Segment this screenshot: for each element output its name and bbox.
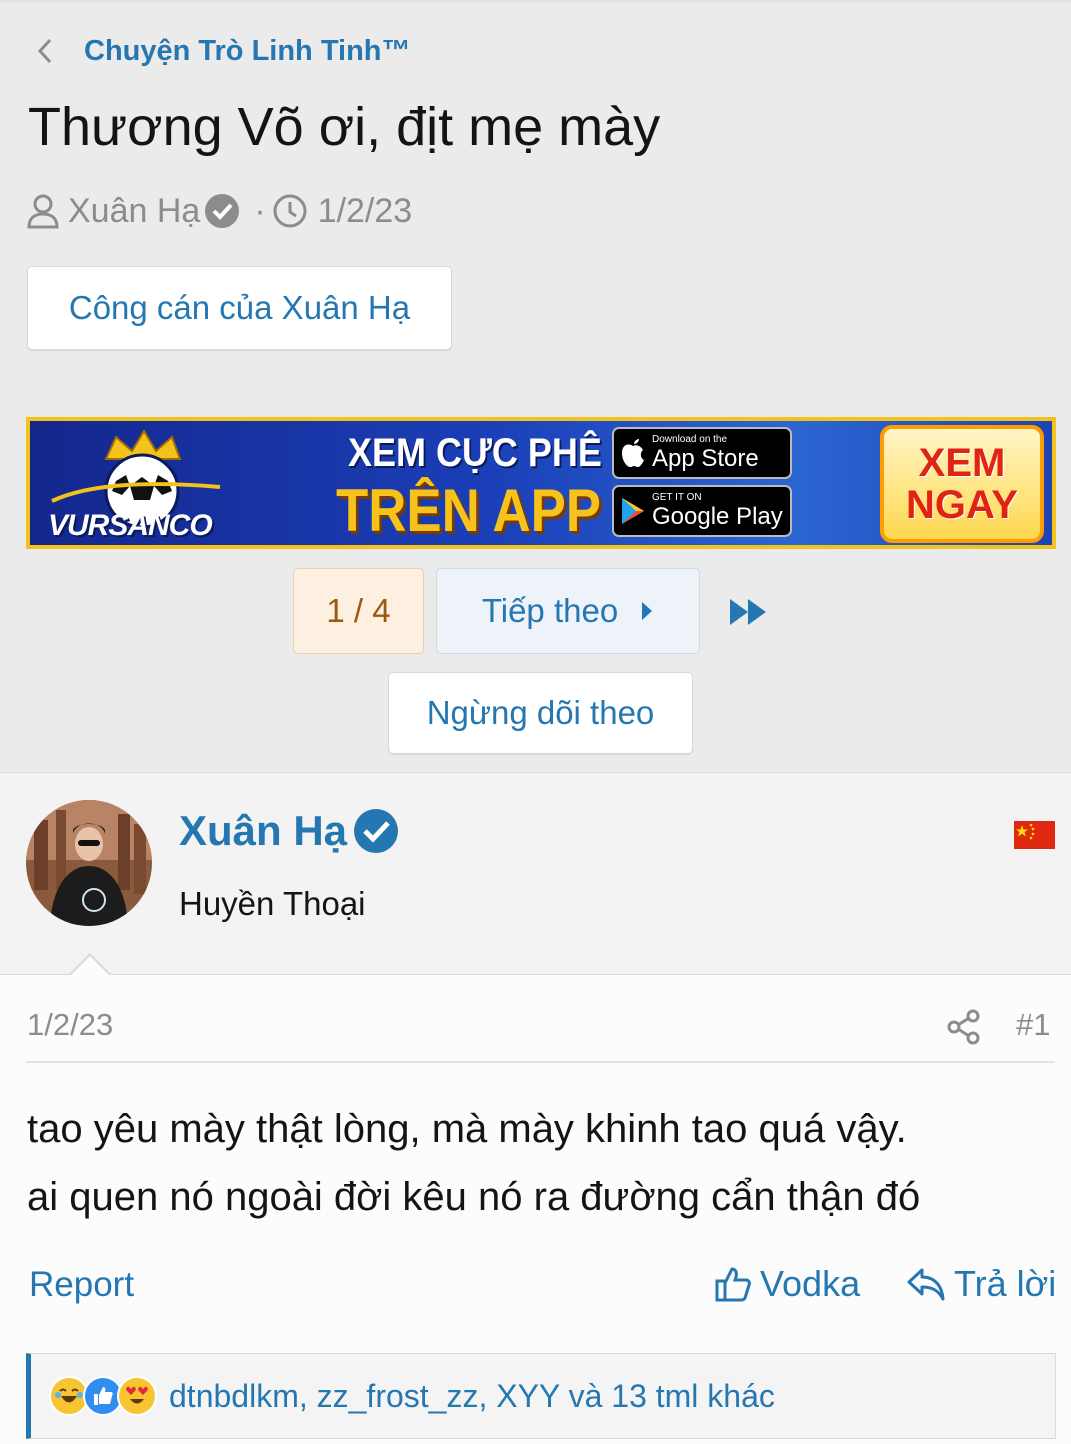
user-arrow-fill [70, 956, 110, 976]
apple-icon [614, 438, 652, 468]
page-current[interactable]: 1 / 4 [293, 568, 424, 654]
banner-headline-2: TRÊN APP [336, 477, 602, 544]
post-username-text: Xuân Hạ [179, 807, 348, 854]
reactions-bar[interactable]: dtnbdlkm, zz_frost_zz, XYY và 13 tml khá… [26, 1353, 1056, 1439]
user-icon [26, 193, 60, 229]
google-play-icon [614, 497, 652, 525]
share-icon[interactable] [946, 1009, 982, 1045]
love-emoji-icon [117, 1376, 157, 1416]
reply-label: Trả lời [954, 1263, 1057, 1304]
cta-line-1: XEM [918, 441, 1006, 485]
post-body-line-2: ai quen nó ngoài đời kêu nó ra đường cẩn… [27, 1175, 921, 1219]
breadcrumb[interactable]: Chuyện Trò Linh Tinh™ [30, 28, 411, 74]
google-play-badge[interactable]: GET IT ON Google Play [612, 485, 792, 537]
post-body-line-1: tao yêu mày thật lòng, mà mày khinh tao … [27, 1107, 907, 1151]
author-works-button[interactable]: Công cán của Xuân Hạ [27, 266, 452, 350]
avatar[interactable] [26, 800, 152, 926]
unwatch-button[interactable]: Ngừng dõi theo [388, 672, 693, 754]
post-username[interactable]: Xuân Hạ [179, 807, 399, 855]
thread-title: Thương Võ ơi, địt mẹ mày [28, 97, 661, 157]
verified-icon [353, 808, 399, 854]
reactions-names[interactable]: dtnbdlkm, zz_frost_zz, XYY và 13 tml khá… [169, 1378, 775, 1415]
post-body: tao yêu mày thật lòng, mà mày khinh tao … [27, 1095, 1047, 1231]
chevron-left-icon[interactable] [30, 28, 60, 74]
post-date[interactable]: 1/2/23 [27, 1007, 113, 1043]
thread-meta: Xuân Hạ · 1/2/23 [26, 186, 412, 236]
like-button[interactable]: Vodka [714, 1263, 860, 1305]
post-user-header: Xuân Hạ Huyền Thoại [0, 773, 1071, 976]
banner-headline-1: XEM CỰC PHÊ [348, 431, 602, 475]
next-page-label: Tiếp theo [481, 592, 619, 629]
google-play-small-text: GET IT ON [652, 492, 702, 503]
post: Xuân Hạ Huyền Thoại 1/2/23 #1 tao yêu mà… [0, 772, 1071, 1444]
app-store-small-text: Download on the [652, 434, 728, 445]
china-flag-icon [1014, 821, 1055, 849]
thumbs-up-icon [714, 1265, 752, 1303]
fast-forward-icon[interactable] [726, 590, 770, 634]
next-page-button[interactable]: Tiếp theo [436, 568, 700, 654]
like-label: Vodka [760, 1263, 861, 1304]
thread-date[interactable]: 1/2/23 [318, 192, 413, 231]
meta-separator: · [254, 191, 266, 230]
thread-author-link[interactable]: Xuân Hạ [68, 192, 200, 231]
top-border [0, 0, 1071, 3]
google-play-label: Google Play [652, 503, 783, 530]
post-divider [26, 1061, 1055, 1063]
reply-icon [906, 1266, 946, 1302]
reply-button[interactable]: Trả lời [906, 1263, 1056, 1305]
watch-now-button[interactable]: XEM NGAY [880, 425, 1044, 543]
report-link[interactable]: Report [29, 1265, 134, 1305]
cta-line-2: NGAY [906, 483, 1018, 527]
post-number[interactable]: #1 [1016, 1007, 1050, 1043]
ad-banner[interactable]: VURSANCO XEM CỰC PHÊ TRÊN APP Download o… [26, 417, 1056, 549]
banner-brand: VURSANCO [48, 509, 213, 542]
app-store-badge[interactable]: Download on the App Store [612, 427, 792, 479]
app-store-label: App Store [652, 445, 759, 472]
breadcrumb-forum-link[interactable]: Chuyện Trò Linh Tinh™ [84, 35, 411, 68]
clock-icon [272, 193, 308, 229]
verified-icon [204, 193, 240, 229]
user-title: Huyền Thoại [179, 885, 366, 922]
caret-right-icon [640, 592, 654, 630]
